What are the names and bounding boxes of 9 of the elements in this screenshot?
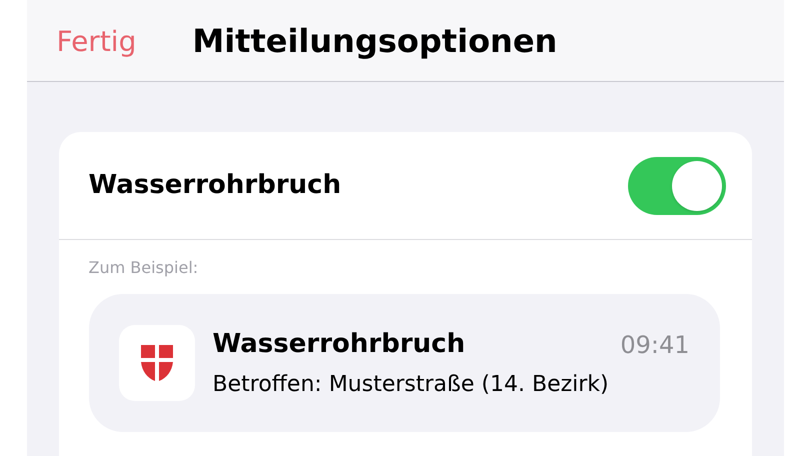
done-button[interactable]: Fertig (56, 18, 136, 62)
notification-time: 09:41 (620, 330, 690, 360)
notification-body: Betroffen: Musterstraße (14. Bezirk) (212, 371, 610, 399)
toggle-switch[interactable] (628, 156, 726, 214)
setting-label: Wasserrohrbruch (88, 169, 342, 202)
example-label: Zum Beispiel: (88, 257, 200, 279)
page-title: Mitteilungsoptionen (192, 20, 558, 62)
shield-icon (140, 344, 174, 382)
notification-title: Wasserrohrbruch (212, 328, 466, 361)
